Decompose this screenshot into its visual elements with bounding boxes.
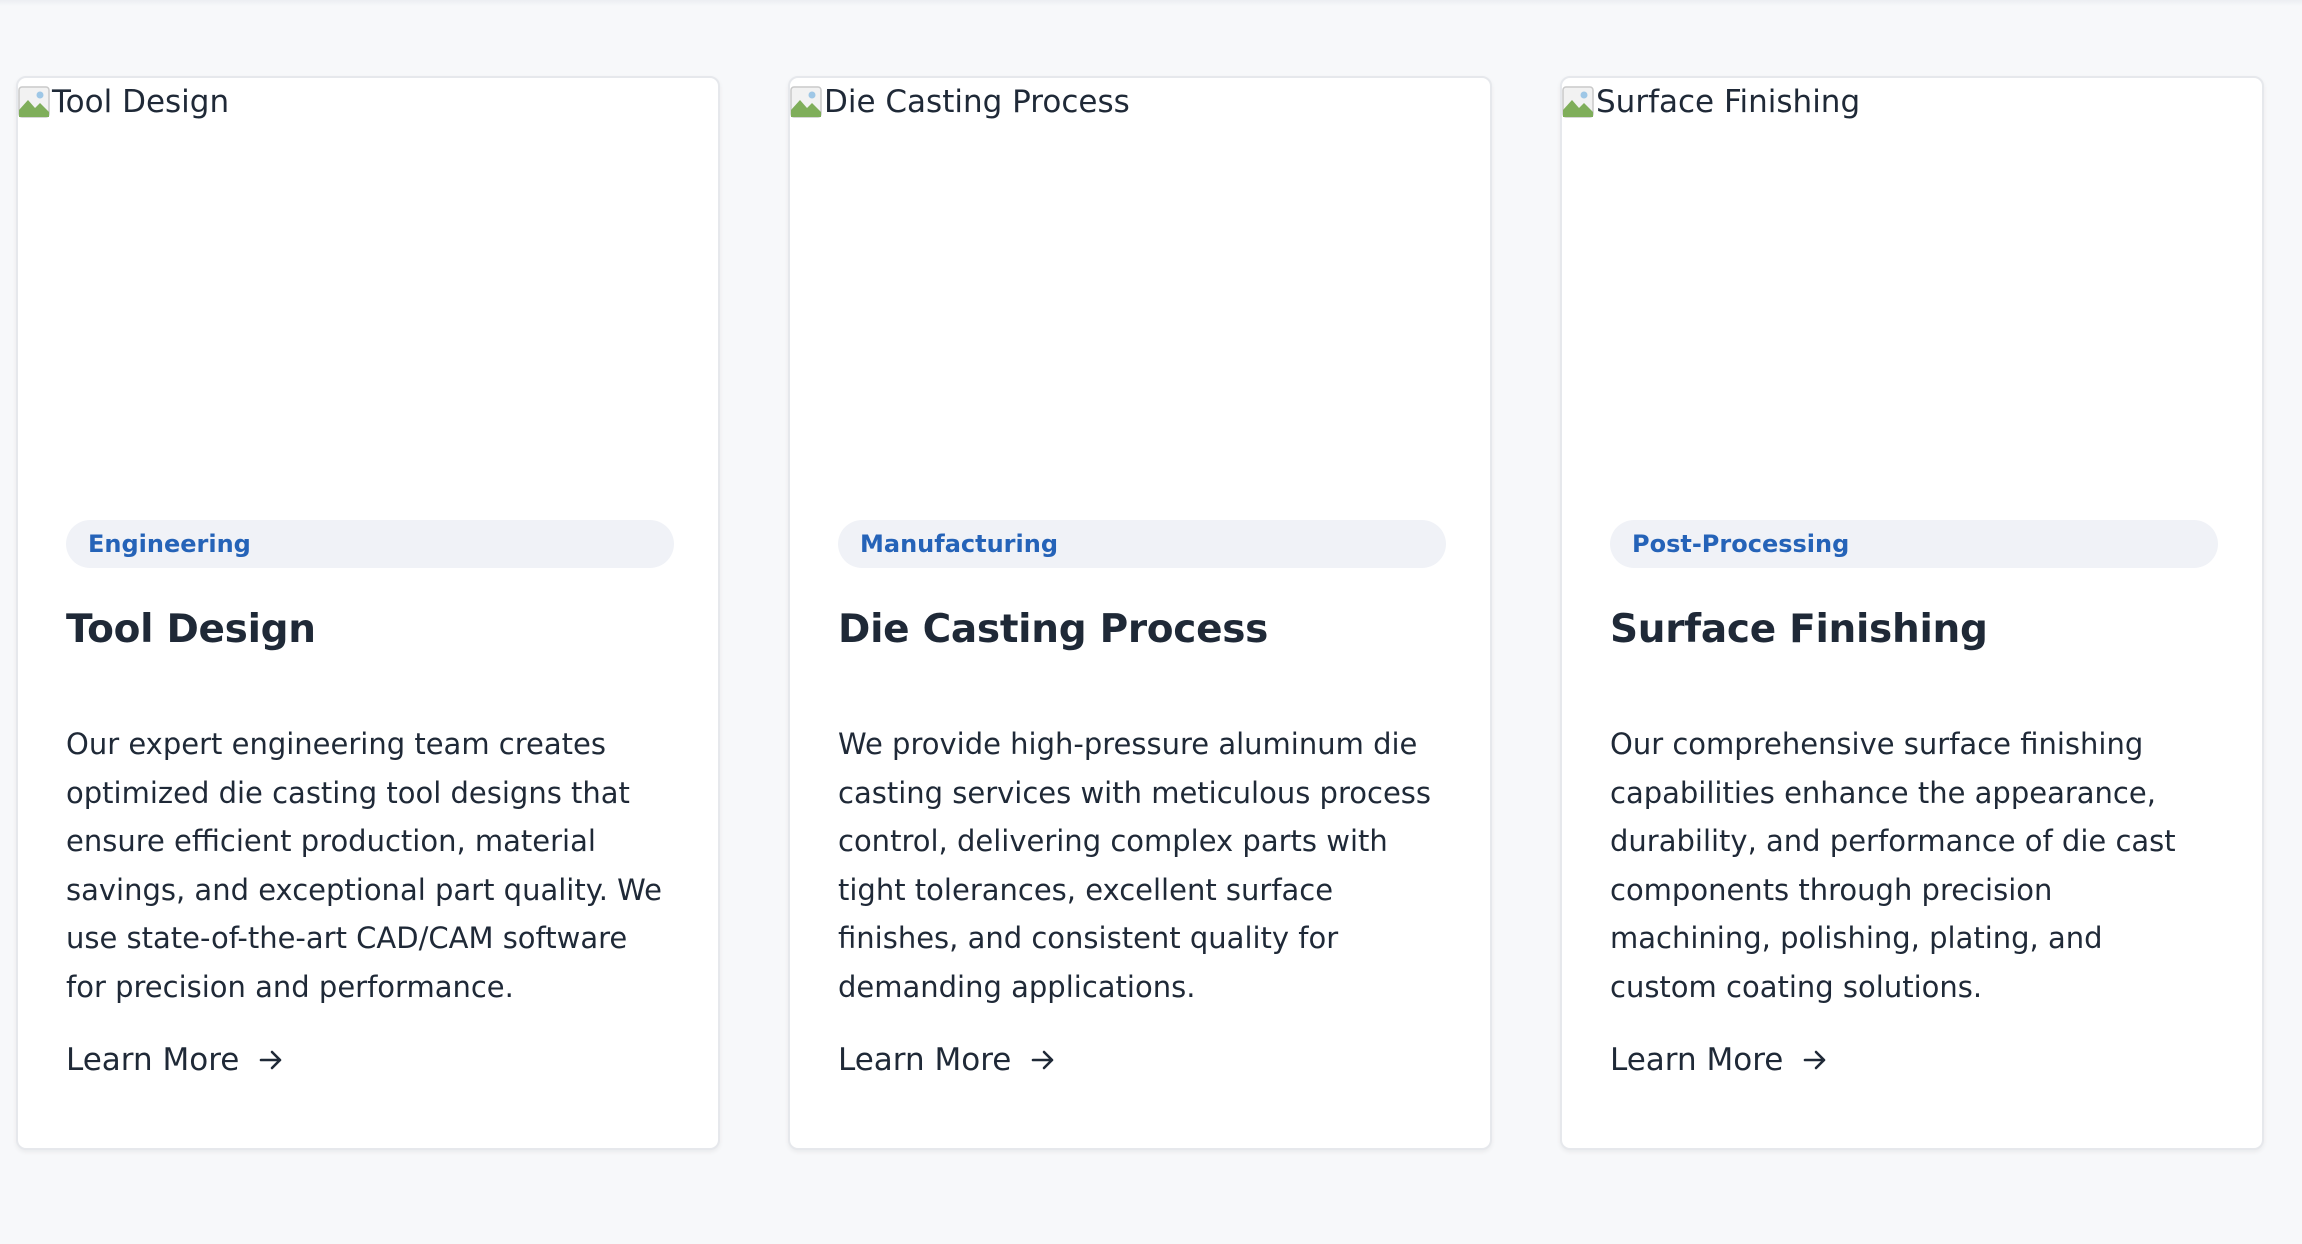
learn-more-link[interactable]: Learn More xyxy=(66,1042,285,1078)
card-image: Surface Finishing xyxy=(1562,78,2262,508)
category-badge: Engineering xyxy=(66,520,674,568)
card-description: Our comprehensive surface finishing capa… xyxy=(1610,727,2176,1004)
learn-more-link[interactable]: Learn More xyxy=(1610,1042,1829,1078)
card-body: Post-Processing Surface Finishing Our co… xyxy=(1610,520,2218,1020)
broken-image: Surface Finishing xyxy=(1562,84,1860,120)
broken-image-icon xyxy=(18,86,50,118)
card-body: Engineering Tool Design Our expert engin… xyxy=(66,520,674,1020)
service-card-die-casting: Die Casting Process Manufacturing Die Ca… xyxy=(788,76,1492,1150)
learn-more-label: Learn More xyxy=(1610,1042,1784,1078)
card-title: Die Casting Process xyxy=(838,607,1269,652)
arrow-right-icon xyxy=(1032,1050,1054,1070)
top-shadow xyxy=(0,0,2302,6)
image-alt-text: Surface Finishing xyxy=(1596,84,1861,120)
card-title: Surface Finishing xyxy=(1610,607,1988,652)
card-description: We provide high-pressure aluminum die ca… xyxy=(838,727,1431,1004)
service-card-tool-design: Tool Design Engineering Tool Design Our … xyxy=(16,76,720,1150)
image-alt-text: Die Casting Process xyxy=(824,84,1130,120)
card-body: Manufacturing Die Casting Process We pro… xyxy=(838,520,1446,1020)
image-alt-text: Tool Design xyxy=(52,84,230,120)
learn-more-link[interactable]: Learn More xyxy=(838,1042,1057,1078)
service-card-surface-finishing: Surface Finishing Post-Processing Surfac… xyxy=(1560,76,2264,1150)
learn-more-label: Learn More xyxy=(66,1042,240,1078)
arrow-right-icon xyxy=(1804,1050,1826,1070)
broken-image: Tool Design xyxy=(18,84,229,120)
broken-image-icon xyxy=(790,86,822,118)
arrow-right-icon xyxy=(260,1050,282,1070)
card-image: Die Casting Process xyxy=(790,78,1490,508)
category-badge: Manufacturing xyxy=(838,520,1446,568)
card-title: Tool Design xyxy=(66,607,316,652)
learn-more-label: Learn More xyxy=(838,1042,1012,1078)
card-description: Our expert engineering team creates opti… xyxy=(66,727,663,1004)
card-image: Tool Design xyxy=(18,78,718,508)
category-badge: Post-Processing xyxy=(1610,520,2218,568)
broken-image-icon xyxy=(1562,86,1594,118)
broken-image: Die Casting Process xyxy=(790,84,1130,120)
